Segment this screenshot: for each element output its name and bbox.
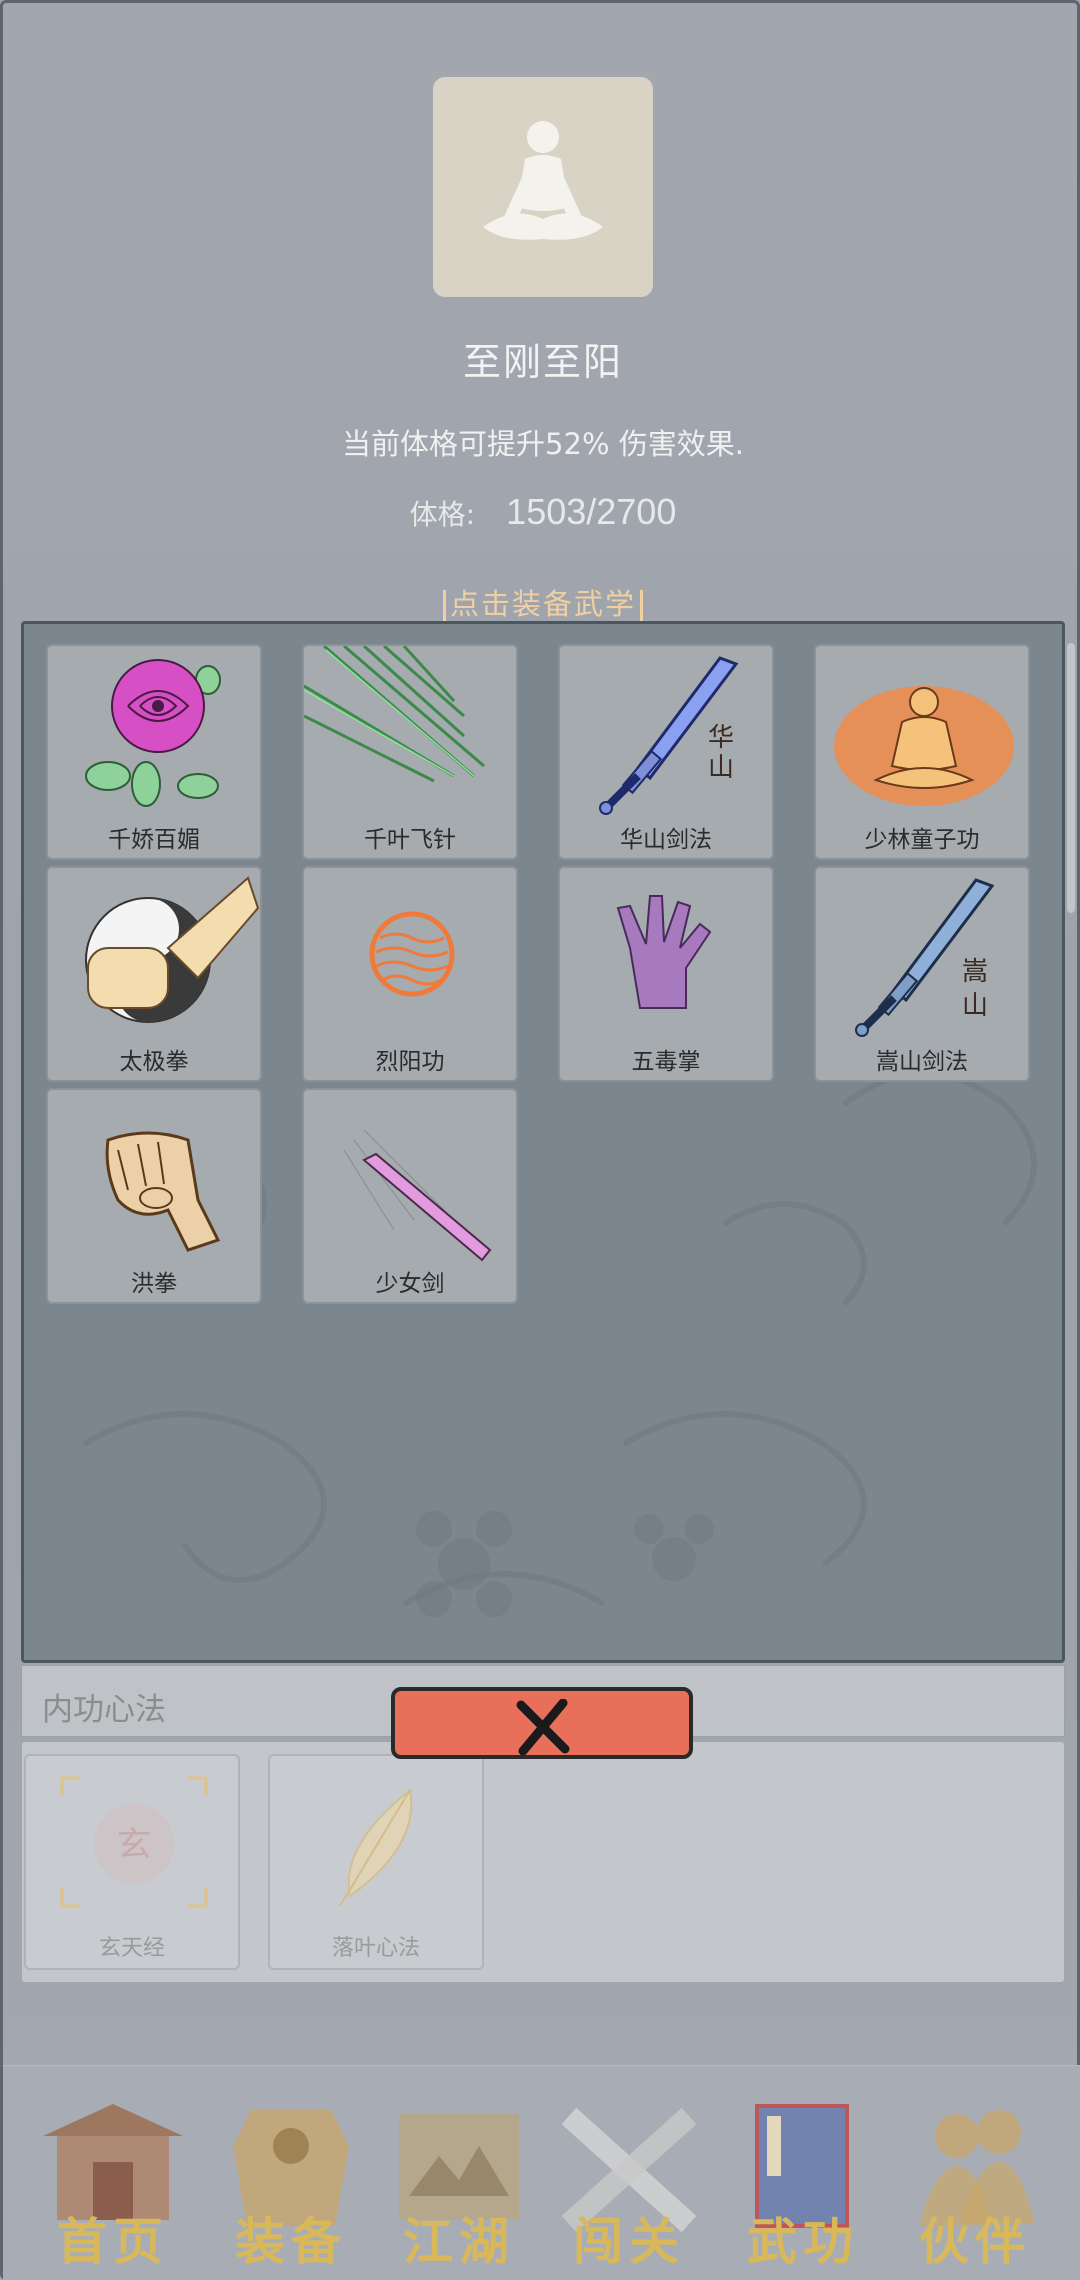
nav-item-jianghu[interactable]: 江湖 [379, 2096, 539, 2271]
svg-text:华: 华 [708, 723, 734, 753]
equip-hint-text: 点击装备武学 [449, 587, 636, 621]
art-name: 太极拳 [119, 1049, 189, 1075]
art-name: 烈阳功 [375, 1049, 445, 1075]
art-name: 千娇百媚 [108, 827, 200, 853]
inner-art-name: 玄天经 [98, 1936, 165, 1961]
physique-label: 体格: [409, 498, 476, 531]
svg-text:玄: 玄 [117, 1825, 151, 1865]
nav-item-challenge[interactable]: 闯关 [549, 2096, 709, 2271]
nav-label: 伙伴 [919, 2212, 1031, 2271]
hint-bar-left [442, 590, 446, 622]
inner-art-tile-1[interactable]: 落叶心法 [268, 1754, 484, 1970]
art-name: 华山剑法 [620, 827, 712, 853]
art-name: 少林童子功 [864, 827, 980, 853]
meditating-figure-icon [483, 121, 603, 240]
nav-item-equipment[interactable]: 装备 [211, 2096, 371, 2271]
svg-text:山: 山 [962, 991, 988, 1021]
art-name: 千叶飞针 [364, 827, 456, 853]
game-screen: 至刚至阳 当前体格可提升52% 伤害效果. 体格: 1503/2700 点击装备… [0, 0, 1080, 2280]
nav-label: 武功 [747, 2212, 859, 2271]
art-tile-5[interactable]: 烈阳功 [302, 866, 518, 1082]
art-name: 嵩山剑法 [876, 1049, 968, 1075]
current-art-portrait [433, 77, 653, 297]
art-tile-3[interactable]: 少林童子功 [814, 644, 1030, 860]
martial-arts-grid[interactable]: 千娇百媚 千叶飞针 华 山 华山剑法 少林童子功 太极拳 烈阳功 五毒掌 嵩 山… [21, 621, 1065, 1663]
inner-art-name: 落叶心法 [331, 1936, 420, 1961]
art-name: 少女剑 [375, 1271, 445, 1297]
physique-stat: 体格: 1503/2700 [3, 491, 1080, 533]
art-name: 五毒掌 [631, 1049, 701, 1075]
physique-value: 1503/2700 [506, 491, 677, 532]
equip-hint: 点击装备武学 [3, 581, 1080, 623]
nav-label: 装备 [235, 2212, 347, 2271]
inner-art-tile-0[interactable]: 玄 玄天经 [24, 1754, 240, 1970]
art-tile-7[interactable]: 嵩 山 嵩山剑法 [814, 866, 1030, 1082]
nav-label: 首页 [57, 2212, 169, 2271]
current-art-description: 当前体格可提升52% 伤害效果. [342, 427, 744, 461]
inner-section-title: 内功心法 [42, 1692, 166, 1728]
art-tile-8[interactable]: 洪拳 [46, 1088, 262, 1304]
bottom-nav: 首页 装备 江湖 闯关 武功 伙伴 [3, 2065, 1080, 2280]
nav-label: 江湖 [403, 2212, 515, 2271]
svg-text:嵩: 嵩 [962, 957, 988, 987]
inner-art-panel: 玄 玄天经 落叶心法 [21, 1741, 1065, 1983]
svg-text:山: 山 [708, 753, 734, 783]
nav-item-martial-arts[interactable]: 武功 [723, 2096, 883, 2271]
art-tile-2[interactable]: 华 山 华山剑法 [558, 644, 774, 860]
nav-item-companions[interactable]: 伙伴 [895, 2096, 1055, 2271]
art-tile-1[interactable]: 千叶飞针 [302, 644, 518, 860]
hint-bar-right [640, 590, 643, 622]
art-tile-0[interactable]: 千娇百媚 [46, 644, 262, 860]
art-tile-9[interactable]: 少女剑 [302, 1088, 518, 1304]
current-art-title: 至刚至阳 [462, 340, 623, 384]
close-x-icon [516, 1699, 570, 1755]
art-tile-6[interactable]: 五毒掌 [558, 866, 774, 1082]
nav-item-home[interactable]: 首页 [33, 2096, 193, 2271]
art-tile-4[interactable]: 太极拳 [46, 866, 262, 1082]
art-name: 洪拳 [131, 1271, 177, 1297]
close-button[interactable] [391, 1687, 693, 1759]
nav-label: 闯关 [573, 2212, 685, 2271]
grid-scrollbar[interactable] [1067, 643, 1075, 913]
